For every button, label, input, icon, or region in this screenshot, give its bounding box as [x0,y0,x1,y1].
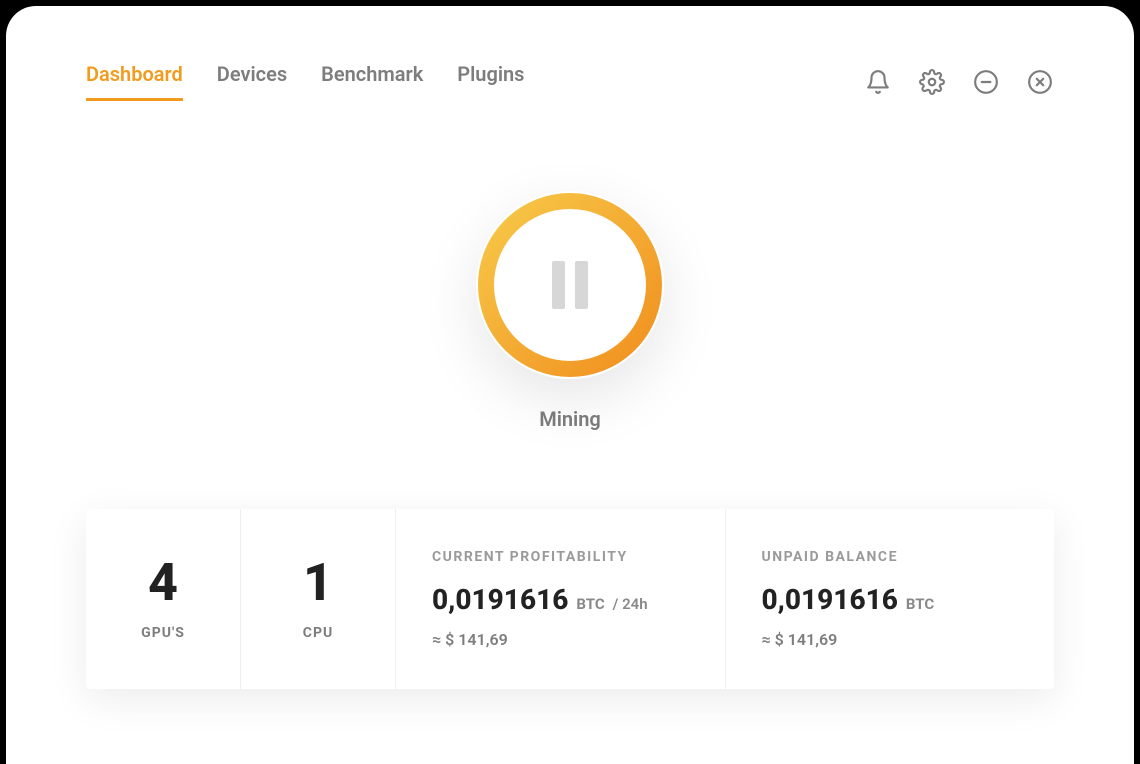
profitability-title: CURRENT PROFITABILITY [432,549,689,565]
tab-benchmark[interactable]: Benchmark [321,62,423,101]
tab-plugins[interactable]: Plugins [457,62,524,101]
header-icons [864,68,1054,96]
stats-row: 4 GPU'S 1 CPU CURRENT PROFITABILITY 0,01… [86,509,1054,689]
balance-value: 0,0191616 BTC [762,583,1019,616]
tab-dashboard[interactable]: Dashboard [86,62,183,101]
mining-status-label: Mining [539,407,601,431]
card-profitability: CURRENT PROFITABILITY 0,0191616 BTC / 24… [396,509,726,689]
mining-area: Mining [86,191,1054,431]
cpu-label: CPU [303,625,333,641]
progress-ring-icon [476,191,664,379]
header: Dashboard Devices Benchmark Plugins [86,62,1054,101]
balance-amount: 0,0191616 [762,583,898,616]
card-cpu: 1 CPU [241,509,396,689]
balance-title: UNPAID BALANCE [762,549,1019,565]
profitability-unit: BTC [576,595,604,613]
gpu-label: GPU'S [141,625,185,641]
profitability-value: 0,0191616 BTC / 24h [432,583,689,616]
balance-fiat: ≈ $ 141,69 [762,630,1019,649]
close-icon[interactable] [1026,68,1054,96]
gpu-count: 4 [148,557,178,609]
profitability-per: / 24h [613,595,648,613]
gear-icon[interactable] [918,68,946,96]
profitability-amount: 0,0191616 [432,583,568,616]
card-gpu: 4 GPU'S [86,509,241,689]
app-window: Dashboard Devices Benchmark Plugins [6,6,1134,764]
card-balance: UNPAID BALANCE 0,0191616 BTC ≈ $ 141,69 [726,509,1055,689]
bell-icon[interactable] [864,68,892,96]
profitability-fiat: ≈ $ 141,69 [432,630,689,649]
mining-toggle-button[interactable] [476,191,664,379]
balance-unit: BTC [906,595,934,613]
tabs: Dashboard Devices Benchmark Plugins [86,62,524,101]
cpu-count: 1 [303,557,333,609]
tab-devices[interactable]: Devices [217,62,287,101]
minimize-icon[interactable] [972,68,1000,96]
